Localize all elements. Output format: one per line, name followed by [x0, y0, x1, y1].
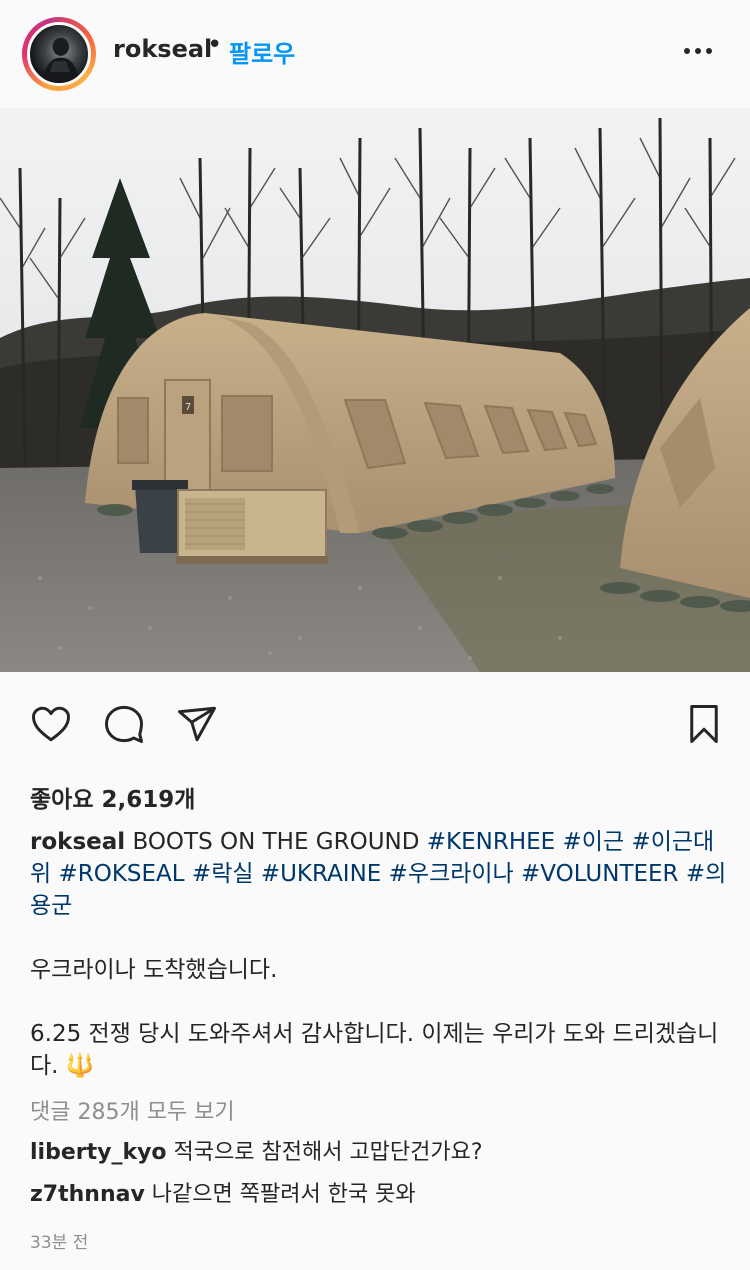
comment-username[interactable]: liberty_kyo: [30, 1140, 167, 1165]
hashtag[interactable]: #락실: [192, 861, 254, 887]
post-timestamp: 33분 전: [30, 1233, 89, 1253]
tent-door-label: 7: [185, 402, 191, 413]
separator-dot: •: [207, 30, 223, 60]
hashtag[interactable]: #VOLUNTEER: [521, 861, 679, 887]
like-count[interactable]: 좋아요 2,619개: [30, 780, 195, 814]
post-caption: rokseal BOOTS ON THE GROUND #KENRHEE #이근…: [30, 826, 730, 1082]
hashtag[interactable]: #우크라이나: [389, 861, 514, 887]
hashtag[interactable]: #이근: [563, 829, 625, 855]
username-link[interactable]: rokseal: [113, 35, 212, 63]
heart-icon[interactable]: [27, 700, 75, 748]
post-image[interactable]: 7: [0, 108, 750, 672]
hashtag[interactable]: #ROKSEAL: [58, 861, 184, 887]
send-icon[interactable]: [173, 700, 221, 748]
caption-paragraph: 6.25 전쟁 당시 도와주셔서 감사합니다. 이제는 우리가 도와 드리겠습니…: [30, 1021, 719, 1079]
avatar[interactable]: [27, 22, 91, 86]
action-bar: [0, 700, 750, 756]
hashtag[interactable]: #UKRAINE: [261, 861, 382, 887]
comment-item: liberty_kyo 적국으로 참전해서 고맙단건가요?: [30, 1134, 483, 1166]
follow-button[interactable]: 팔로우: [229, 34, 295, 69]
caption-text: BOOTS ON THE GROUND: [125, 829, 427, 855]
comment-text: 나같으면 쪽팔려서 한국 못와: [144, 1182, 416, 1207]
story-ring[interactable]: [22, 17, 96, 91]
post-header: rokseal • 팔로우: [0, 0, 750, 108]
comment-username[interactable]: z7thnnav: [30, 1182, 145, 1207]
caption-username[interactable]: rokseal: [30, 829, 125, 855]
comment-item: z7thnnav 나같으면 쪽팔려서 한국 못와: [30, 1176, 416, 1208]
hashtag[interactable]: #KENRHEE: [427, 829, 555, 855]
comment-icon[interactable]: [100, 700, 148, 748]
comment-text: 적국으로 참전해서 고맙단건가요?: [166, 1140, 483, 1165]
bookmark-icon[interactable]: [680, 700, 728, 748]
more-options-icon[interactable]: [684, 42, 718, 60]
view-all-comments-link[interactable]: 댓글 285개 모두 보기: [30, 1094, 235, 1126]
caption-paragraph: 우크라이나 도착했습니다.: [30, 957, 278, 983]
caption-body: rokseal BOOTS ON THE GROUND #KENRHEE #이근…: [30, 826, 730, 922]
avatar-image: [42, 37, 79, 83]
